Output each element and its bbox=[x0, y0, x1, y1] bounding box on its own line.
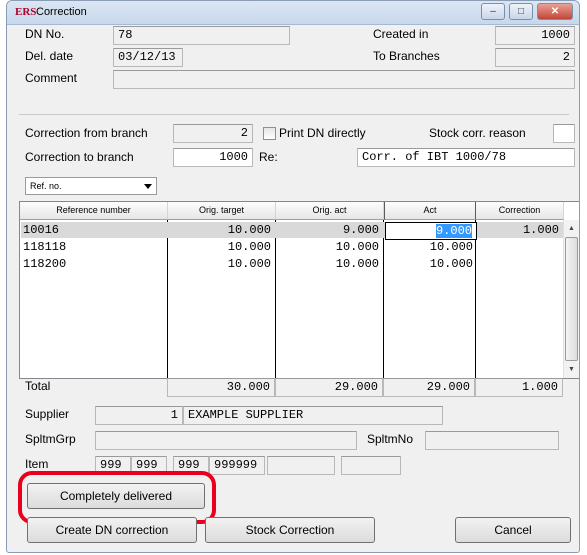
total-label: Total bbox=[25, 379, 51, 393]
col-header-orig-target[interactable]: Orig. target bbox=[168, 202, 276, 220]
item-part-5[interactable] bbox=[267, 456, 335, 475]
total-act: 29.000 bbox=[383, 378, 475, 397]
create-dn-correction-button[interactable]: Create DN correction bbox=[27, 517, 197, 543]
cell-orig-act: 10.000 bbox=[335, 257, 379, 271]
cell-reference-number: 118118 bbox=[23, 240, 67, 254]
grid-vertical-scrollbar[interactable]: ▲ ▼ bbox=[563, 220, 579, 378]
window-title: Correction bbox=[36, 6, 87, 18]
dn-no-field[interactable]: 78 bbox=[113, 26, 290, 45]
col-header-reference-number[interactable]: Reference number bbox=[20, 202, 168, 220]
minimize-button[interactable]: – bbox=[481, 3, 505, 20]
maximize-button[interactable]: □ bbox=[509, 3, 533, 20]
cell-orig-target: 10.000 bbox=[227, 257, 271, 271]
re-label: Re: bbox=[259, 150, 278, 164]
stock-corr-reason-field[interactable] bbox=[553, 124, 575, 143]
spltmno-field[interactable] bbox=[425, 431, 559, 450]
cell-act-editor[interactable]: 9.000 bbox=[385, 222, 477, 240]
total-orig-target: 30.000 bbox=[167, 378, 275, 397]
spltmgrp-field[interactable] bbox=[95, 431, 357, 450]
cell-reference-number: 10016 bbox=[23, 223, 60, 237]
cell-orig-act: 10.000 bbox=[335, 240, 379, 254]
total-orig-act: 29.000 bbox=[275, 378, 383, 397]
stock-corr-reason-label: Stock corr. reason bbox=[429, 126, 526, 140]
close-button[interactable]: ✕ bbox=[537, 3, 573, 20]
scroll-up-icon[interactable]: ▲ bbox=[564, 220, 579, 237]
created-in-label: Created in bbox=[373, 27, 429, 41]
spltmno-label: SpltmNo bbox=[367, 432, 414, 446]
cell-act: 9.000 bbox=[435, 224, 472, 238]
table-row[interactable]: 118200 10.000 10.000 10.000 bbox=[21, 256, 564, 272]
print-dn-label: Print DN directly bbox=[279, 126, 366, 140]
items-grid[interactable]: Reference number Orig. target Orig. act … bbox=[19, 201, 579, 379]
col-header-correction[interactable]: Correction bbox=[476, 202, 564, 220]
correction-from-branch-label: Correction from branch bbox=[25, 126, 148, 140]
comment-label: Comment bbox=[25, 71, 78, 85]
cancel-button[interactable]: Cancel bbox=[455, 517, 571, 543]
stock-correction-button[interactable]: Stock Correction bbox=[205, 517, 375, 543]
total-correction: 1.000 bbox=[475, 378, 563, 397]
ref-type-select-value: Ref. no. bbox=[30, 181, 62, 191]
table-row[interactable]: 118118 10.000 10.000 10.000 bbox=[21, 239, 564, 255]
title-bar[interactable]: ERS Correction – □ ✕ bbox=[7, 1, 579, 25]
scroll-thumb[interactable] bbox=[565, 237, 578, 361]
spltmgrp-label: SpltmGrp bbox=[25, 432, 76, 446]
ref-type-select[interactable]: Ref. no. bbox=[25, 177, 157, 195]
re-field[interactable]: Corr. of IBT 1000/78 bbox=[357, 148, 575, 167]
correction-from-branch-field[interactable]: 2 bbox=[173, 124, 253, 143]
col-header-act[interactable]: Act bbox=[384, 202, 476, 220]
supplier-label: Supplier bbox=[25, 407, 70, 421]
comment-field[interactable] bbox=[113, 70, 575, 89]
cell-act: 10.000 bbox=[429, 257, 473, 271]
separator bbox=[19, 114, 569, 115]
to-branches-field[interactable]: 2 bbox=[495, 48, 575, 67]
supplier-number-field[interactable]: 1 bbox=[95, 406, 183, 425]
dn-no-label: DN No. bbox=[25, 27, 65, 41]
item-part-4[interactable]: 999999 bbox=[209, 456, 265, 475]
supplier-name-field[interactable]: EXAMPLE SUPPLIER bbox=[183, 406, 443, 425]
cell-act: 10.000 bbox=[429, 240, 473, 254]
correction-to-branch-label: Correction to branch bbox=[25, 150, 134, 164]
del-date-label: Del. date bbox=[25, 49, 74, 63]
chevron-down-icon bbox=[144, 184, 152, 189]
scroll-down-icon[interactable]: ▼ bbox=[564, 361, 579, 378]
cell-orig-target: 10.000 bbox=[227, 240, 271, 254]
item-part-6[interactable] bbox=[341, 456, 401, 475]
correction-to-branch-field[interactable]: 1000 bbox=[173, 148, 253, 167]
correction-window: ERS Correction – □ ✕ DN No. 78 Created i… bbox=[6, 0, 580, 553]
cell-orig-target: 10.000 bbox=[227, 223, 271, 237]
print-dn-checkbox[interactable] bbox=[263, 127, 276, 140]
item-label: Item bbox=[25, 457, 49, 471]
del-date-field[interactable]: 03/12/13 bbox=[113, 48, 183, 67]
table-row[interactable]: 10016 10.000 9.000 9.000 1.000 bbox=[21, 222, 564, 240]
cell-reference-number: 118200 bbox=[23, 257, 67, 271]
app-logo: ERS bbox=[15, 6, 37, 18]
cell-orig-act: 9.000 bbox=[342, 223, 379, 237]
cell-correction: 1.000 bbox=[522, 223, 559, 237]
created-in-field[interactable]: 1000 bbox=[495, 26, 575, 45]
to-branches-label: To Branches bbox=[373, 49, 440, 63]
col-header-orig-act[interactable]: Orig. act bbox=[276, 202, 384, 220]
